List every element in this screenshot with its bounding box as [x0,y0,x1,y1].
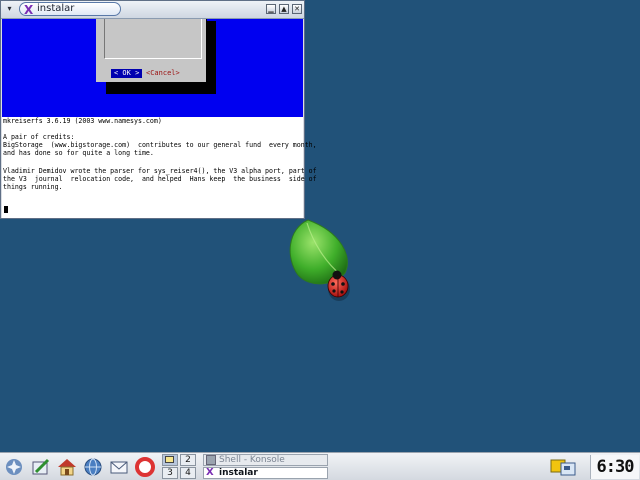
x-app-icon: X [206,467,214,478]
help-icon[interactable] [134,456,156,478]
leaf-ladybug-wallpaper [289,219,350,301]
task-instalar[interactable]: X instalar [203,467,328,479]
terminal-line: BigStorage (www.bigstorage.com) contribu… [3,141,317,149]
pager-window-icon [165,456,174,463]
desktop-2-button[interactable]: 2 [180,454,196,466]
maximize-button[interactable]: ▲ [279,4,289,14]
desktop-4-button[interactable]: 4 [180,467,196,479]
kmenu-icon[interactable] [3,456,25,478]
desktop-pager: 1 2 3 4 [162,454,198,480]
close-button[interactable]: ✕ [292,4,302,14]
window-menu-button[interactable]: ▾ [3,3,16,15]
dialog-box: < OK > <Cancel> [96,19,207,82]
home-icon[interactable] [56,456,78,478]
terminal-icon [206,455,216,465]
terminal-line: Vladimir Demidov wrote the parser for sy… [3,167,317,175]
dialog-background: < OK > <Cancel> [2,19,303,117]
clock[interactable]: 6:30 [590,455,639,479]
task-label: Shell - Konsole [219,455,285,465]
desktop-1-button[interactable]: 1 [162,454,178,466]
ok-button[interactable]: < OK > [111,69,143,78]
konsole-window: ▾ X instalar ▁ ▲ ✕ < OK > <Cancel> mkrei… [0,0,317,219]
mail-icon[interactable] [108,456,130,478]
taskbar: 1 2 3 4 Shell - Konsole X instalar 6:30 [0,452,640,480]
window-titlebar[interactable]: ▾ X instalar ▁ ▲ ✕ [1,1,304,19]
control-center-icon[interactable] [30,456,52,478]
task-label: instalar [219,468,258,478]
dialog-text-area [104,19,202,59]
terminal-output[interactable]: mkreiserfs 3.6.19 (2003 www.namesys.com)… [2,117,317,218]
network-icon[interactable] [82,456,104,478]
window-title-tab[interactable]: X instalar [19,2,121,17]
desktop-3-button[interactable]: 3 [162,467,178,479]
terminal-line: mkreiserfs 3.6.19 (2003 www.namesys.com) [3,117,162,125]
text-cursor [4,206,8,213]
window-title: instalar [37,3,75,14]
task-shell-konsole[interactable]: Shell - Konsole [203,454,328,466]
desktop: ▾ X instalar ▁ ▲ ✕ < OK > <Cancel> mkrei… [0,0,640,452]
terminal-line: things running. [3,183,63,191]
terminal-line: the V3 journal relocation code, and help… [3,175,317,183]
system-tray-icon[interactable] [545,456,585,478]
minimize-button[interactable]: ▁ [266,4,276,14]
terminal-line: and has done so for quite a long time. [3,149,154,157]
x-app-icon: X [24,3,34,17]
cancel-button[interactable]: <Cancel> [146,69,180,78]
terminal-line: A pair of credits: [3,133,75,141]
